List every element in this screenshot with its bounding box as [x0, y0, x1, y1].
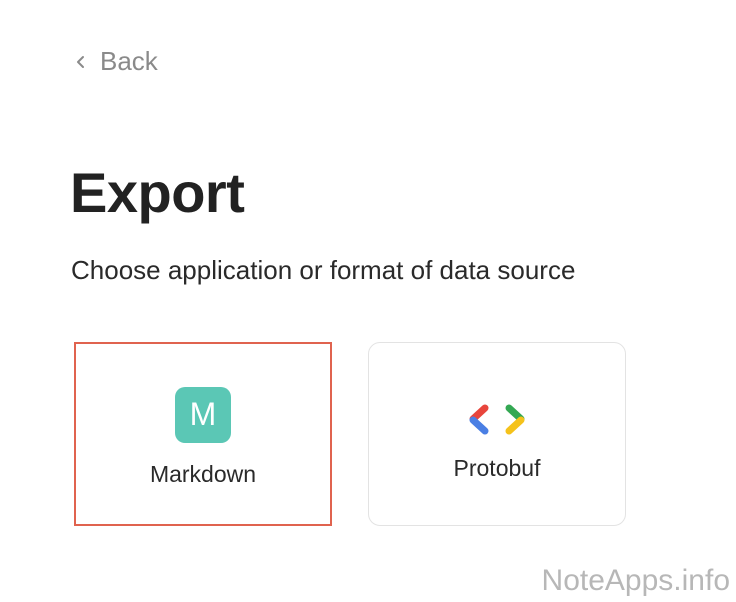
export-options: M Markdown Protobuf — [74, 342, 626, 526]
page-title: Export — [70, 161, 245, 224]
markdown-icon: M — [175, 386, 231, 443]
markdown-icon-letter: M — [189, 396, 217, 432]
markdown-option-card[interactable]: M Markdown — [74, 342, 332, 526]
protobuf-icon — [469, 404, 525, 434]
watermark-text: NoteApps.info — [541, 564, 730, 597]
back-button[interactable]: Back — [74, 46, 158, 77]
back-label: Back — [100, 46, 158, 76]
markdown-option-label: Markdown — [149, 460, 257, 487]
page-subtitle: Choose application or format of data sou… — [71, 255, 576, 285]
protobuf-option-label: Protobuf — [453, 454, 541, 481]
export-page: Back Export Choose application or format… — [0, 0, 736, 602]
protobuf-option-card[interactable]: Protobuf — [368, 342, 626, 526]
chevron-left-icon — [77, 55, 84, 68]
